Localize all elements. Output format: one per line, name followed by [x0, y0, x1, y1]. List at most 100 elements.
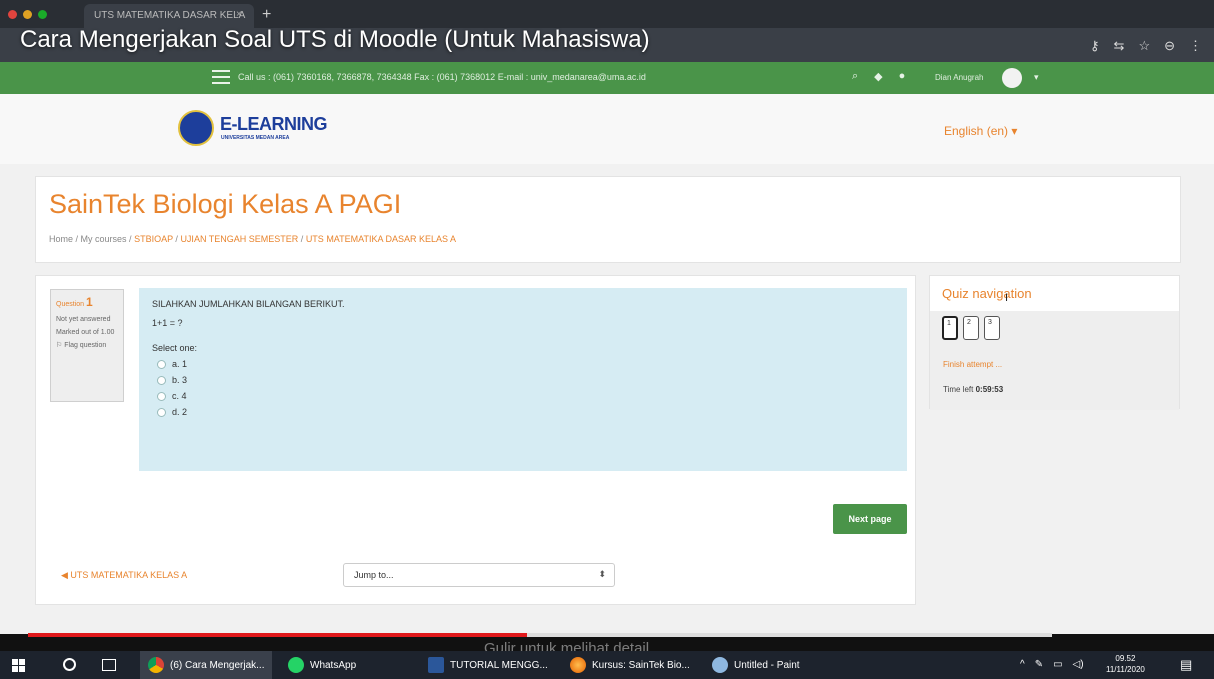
user-name[interactable]: Dian Anugrah [935, 73, 983, 82]
answer-option-b[interactable]: b. 3 [157, 375, 894, 385]
moodle-navbar: Call us : (061) 7360168, 7366878, 736434… [0, 62, 1214, 94]
question-number-value: 1 [85, 295, 93, 309]
video-progress-bar[interactable] [28, 633, 1052, 637]
breadcrumb-my-courses[interactable]: My courses [81, 234, 127, 244]
minimize-window-button[interactable] [23, 10, 32, 19]
university-seal-logo[interactable] [178, 110, 214, 146]
taskbar-item-chrome[interactable]: (6) Cara Mengerjak... [140, 651, 273, 679]
firefox-icon [570, 657, 586, 673]
site-logo-text[interactable]: E-LEARNING [220, 114, 328, 135]
taskbar-item-word[interactable]: TUTORIAL MENGG... [420, 651, 556, 679]
question-nav-button-2[interactable]: 2 [963, 316, 979, 340]
language-selector[interactable]: English (en) ▾ [944, 124, 1017, 138]
breadcrumb-quiz[interactable]: UTS MATEMATIKA DASAR KELAS A [306, 234, 456, 244]
volume-icon[interactable]: ◁) [1073, 659, 1084, 670]
chevron-up-icon[interactable]: ^ [1020, 659, 1025, 670]
search-icon[interactable] [63, 658, 76, 671]
answer-option-d[interactable]: d. 2 [157, 407, 894, 417]
hamburger-icon[interactable] [212, 70, 230, 84]
select-arrows-icon: ⬍ [598, 569, 606, 579]
finish-attempt-link[interactable]: Finish attempt ... [943, 360, 1002, 369]
taskbar-item-label: TUTORIAL MENGG... [450, 659, 548, 671]
paint-icon [712, 657, 728, 673]
taskbar-item-firefox[interactable]: Kursus: SainTek Bio... [562, 651, 698, 679]
question-text: SILAHKAN JUMLAHKAN BILANGAN BERIKUT. [152, 299, 345, 309]
text-cursor-icon: I [1005, 292, 1009, 304]
answer-option-c[interactable]: c. 4 [157, 391, 894, 401]
radio-button[interactable] [157, 359, 166, 369]
star-icon[interactable]: ☆ [1138, 38, 1150, 54]
tab-close-icon[interactable]: × [236, 9, 242, 20]
taskbar-item-label: Untitled - Paint [734, 659, 800, 671]
breadcrumb-separator: / [73, 234, 81, 244]
taskbar-item-whatsapp[interactable]: WhatsApp [280, 651, 364, 679]
translate-icon[interactable]: ⇆ [1114, 38, 1125, 54]
video-progress-fill [28, 633, 527, 637]
message-icon[interactable]: ● [899, 70, 906, 83]
page-title: SainTek Biologi Kelas A PAGI [49, 189, 402, 219]
question-number: Question 1 [56, 295, 118, 311]
search-icon[interactable]: ⌕ [852, 70, 858, 83]
breadcrumb-course-code[interactable]: STBIOAP [134, 234, 173, 244]
network-icon[interactable]: ▭ [1053, 659, 1062, 670]
quiz-navigation-block: Quiz navigation 1 2 3 Finish attempt ...… [929, 275, 1180, 410]
taskbar-clock[interactable]: 09.52 11/11/2020 [1106, 654, 1145, 676]
chevron-down-icon[interactable]: ▾ [1034, 72, 1039, 83]
course-header: SainTek Biologi Kelas A PAGI Home / My c… [35, 176, 1181, 263]
time-left: Time left 0:59:53 [943, 385, 1003, 394]
question-info-panel: Question 1 Not yet answered Marked out o… [50, 289, 124, 402]
question-nav-buttons: 1 2 3 [942, 316, 1000, 340]
site-logo-subtext: UNIVERSITAS MEDAN AREA [221, 135, 290, 141]
avatar[interactable] [1002, 68, 1022, 88]
key-icon[interactable]: ⚷ [1090, 38, 1100, 54]
flag-question-link[interactable]: ⚐ Flag question [56, 341, 118, 350]
question-content: SILAHKAN JUMLAHKAN BILANGAN BERIKUT. 1+1… [139, 288, 907, 471]
chrome-icon [148, 657, 164, 673]
jump-to-select[interactable]: Jump to... ⬍ [343, 563, 615, 587]
radio-button[interactable] [157, 375, 166, 385]
quiz-navigation-title: Quiz navigation [930, 276, 1179, 311]
tab-strip: UTS MATEMATIKA DASAR KELA × + [0, 0, 1214, 28]
contact-info: Call us : (061) 7360168, 7366878, 736434… [238, 72, 646, 82]
answer-option-label: d. 2 [172, 407, 188, 417]
select-one-label: Select one: [152, 343, 198, 353]
taskbar-item-label: Kursus: SainTek Bio... [592, 659, 690, 671]
pen-icon[interactable]: ✎ [1035, 659, 1043, 670]
breadcrumb-section[interactable]: UJIAN TENGAH SEMESTER [180, 234, 298, 244]
windows-taskbar: (6) Cara Mengerjak... WhatsApp TUTORIAL … [0, 651, 1214, 679]
clock-date: 11/11/2020 [1106, 664, 1145, 674]
question-status: Not yet answered [56, 315, 111, 323]
clock-time: 09.52 [1115, 654, 1136, 663]
answer-option-a[interactable]: a. 1 [157, 359, 894, 369]
address-bar-icons: ⚷ ⇆ ☆ ⊖ ⋮ [1090, 38, 1202, 54]
maximize-window-button[interactable] [38, 10, 47, 19]
system-tray: ^ ✎ ▭ ◁) [1020, 659, 1084, 670]
flag-question-label: Flag question [64, 341, 107, 349]
breadcrumb-home[interactable]: Home [49, 234, 73, 244]
new-tab-button[interactable]: + [262, 6, 271, 24]
question-nav-button-1[interactable]: 1 [942, 316, 958, 340]
word-icon [428, 657, 444, 673]
close-window-button[interactable] [8, 10, 17, 19]
next-page-button[interactable]: Next page [833, 504, 907, 534]
bell-icon[interactable]: ◆ [874, 70, 882, 83]
question-nav-button-3[interactable]: 3 [984, 316, 1000, 340]
radio-button[interactable] [157, 407, 166, 417]
radio-button[interactable] [157, 391, 166, 401]
task-view-icon[interactable] [102, 659, 116, 671]
previous-activity-link[interactable]: ◀ UTS MATEMATIKA KELAS A [61, 570, 187, 581]
menu-icon[interactable]: ⋮ [1189, 38, 1202, 54]
taskbar-item-label: (6) Cara Mengerjak... [170, 659, 265, 671]
window-controls [8, 10, 47, 19]
notification-icon[interactable]: ▤ [1180, 657, 1192, 673]
video-title[interactable]: Cara Mengerjakan Soal UTS di Moodle (Unt… [20, 26, 650, 54]
taskbar-item-paint[interactable]: Untitled - Paint [704, 651, 808, 679]
site-header: E-LEARNING UNIVERSITAS MEDAN AREA Englis… [0, 94, 1214, 164]
windows-start-icon[interactable] [12, 659, 25, 672]
account-icon[interactable]: ⊖ [1164, 38, 1175, 54]
quiz-main-region: Question 1 Not yet answered Marked out o… [35, 275, 916, 605]
breadcrumb: Home / My courses / STBIOAP / UJIAN TENG… [49, 234, 456, 244]
answer-option-label: c. 4 [172, 391, 187, 401]
answer-option-label: a. 1 [172, 359, 188, 369]
browser-tab[interactable]: UTS MATEMATIKA DASAR KELA [84, 4, 254, 28]
